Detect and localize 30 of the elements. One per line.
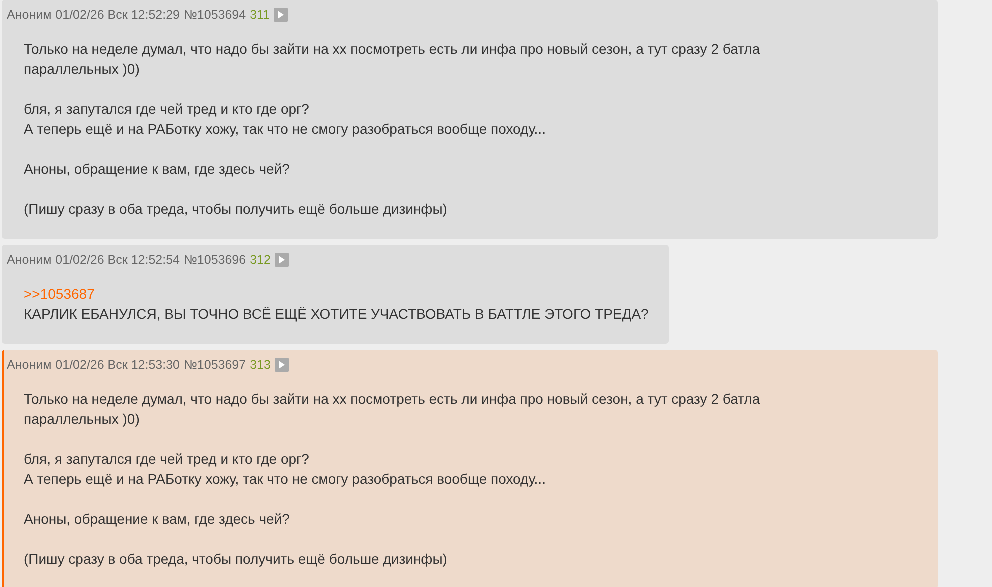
play-icon: [278, 361, 286, 369]
play-icon: [278, 256, 286, 264]
post-number[interactable]: №1053694: [184, 5, 246, 25]
post-text: бля, я запутался где чей тред и кто где орг?: [24, 100, 310, 119]
expand-button[interactable]: [274, 8, 288, 22]
author-name: Аноним: [7, 357, 52, 374]
post-text: Аноны, обращение к вам, где здесь чей?: [24, 510, 291, 529]
post-text: Только на неделе думал, что надо бы зайти на хх посмотреть есть ли инфа про новый сезон, а тут сразу 2 батла параллельных )0): [24, 40, 762, 79]
post-number[interactable]: №1053697: [184, 355, 246, 375]
expand-button[interactable]: [274, 358, 289, 372]
post-text: А теперь ещё и на РАБотку хожу, так что не смогу разобраться вообще походу...: [24, 470, 547, 489]
reply-link[interactable]: >>1053687: [24, 284, 649, 304]
post-text: (Пишу сразу в оба треда, чтобы получить ещё больше дизинфы): [24, 550, 448, 569]
post-date: 01/02/26 Вск 12:52:54: [56, 252, 180, 269]
post-ordinal: 313: [250, 357, 271, 374]
post-ordinal: 312: [250, 252, 271, 269]
play-icon: [277, 11, 286, 19]
post-text: КАРЛИК ЕБАНУЛСЯ, ВЫ ТОЧНО ВСЁ ЕЩЁ ХОТИТЕ УЧАСТВОВАТЬ В БАТТЛЕ ЭТОГО ТРЕДА?: [24, 305, 649, 324]
author-name: Аноним: [7, 7, 52, 24]
post-date: 01/02/26 Вск 12:52:29: [56, 7, 180, 24]
post-number[interactable]: №1053696: [184, 250, 246, 270]
post-text: (Пишу сразу в оба треда, чтобы получить ещё больше дизинфы): [24, 200, 448, 219]
post-date: 01/02/26 Вск 12:53:30: [56, 357, 180, 374]
expand-button[interactable]: [274, 253, 289, 267]
post-text: Только на неделе думал, что надо бы зайти на хх посмотреть есть ли инфа про новый сезон, а тут сразу 2 батла параллельных )0): [24, 390, 762, 429]
post-text: А теперь ещё и на РАБотку хожу, так что не смогу разобраться вообще походу...: [24, 120, 547, 139]
post-text: бля, я запутался где чей тред и кто где орг?: [24, 450, 310, 469]
post-text: Аноны, обращение к вам, где здесь чей?: [24, 160, 291, 179]
author-name: Аноним: [7, 252, 52, 269]
post-ordinal: 311: [250, 7, 270, 24]
